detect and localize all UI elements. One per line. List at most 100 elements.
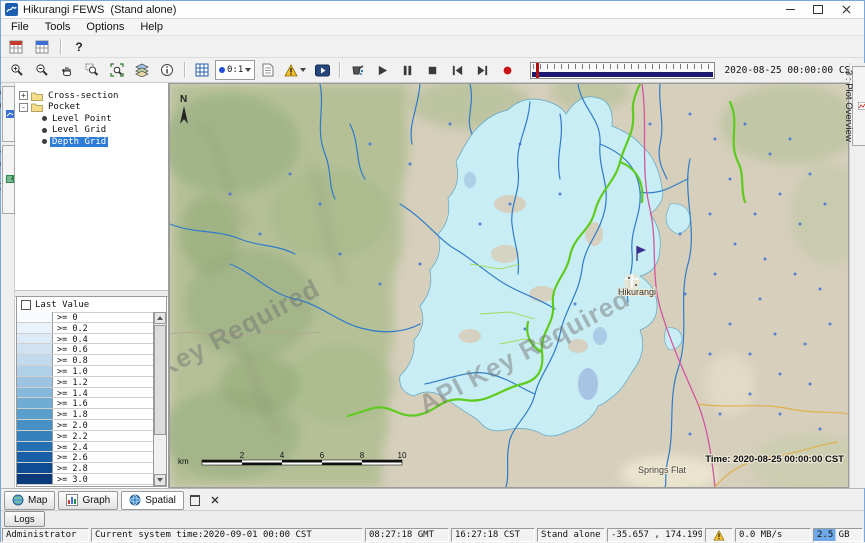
legend-row[interactable]: >= 2.6: [17, 452, 153, 463]
tree-item-cross-section[interactable]: + Cross-section: [15, 90, 168, 102]
maximize-icon: [813, 5, 823, 14]
legend-row[interactable]: >= 2.8: [17, 463, 153, 474]
play-button[interactable]: [370, 59, 394, 81]
legend-swatch: [17, 355, 53, 365]
tree-item-level-grid[interactable]: Level Grid: [15, 125, 168, 137]
chevron-down-icon: [300, 68, 306, 72]
legend-swatch: [17, 409, 53, 419]
legend-row[interactable]: >= 0.6: [17, 344, 153, 355]
legend-row[interactable]: >= 1.4: [17, 388, 153, 399]
close-button[interactable]: [832, 1, 860, 18]
export-animation-button[interactable]: [345, 59, 369, 81]
legend-label: >= 2.4: [53, 442, 88, 452]
scroll-thumb[interactable]: [154, 325, 166, 435]
zoom-out-button[interactable]: [30, 59, 54, 81]
main-area: 5 : Forecast 6 : Data Viewer + Cross-sec…: [1, 83, 864, 488]
zoom-in-button[interactable]: [5, 59, 29, 81]
legend-row[interactable]: >= 1.2: [17, 377, 153, 388]
toolbar-separator: [184, 62, 185, 78]
legend-row[interactable]: >= 0: [17, 312, 153, 323]
warning-icon: [284, 64, 298, 77]
tree-item-pocket[interactable]: - Pocket: [15, 102, 168, 114]
status-local-time: 16:27:18 CST: [451, 528, 535, 542]
legend-row[interactable]: >= 0.2: [17, 323, 153, 334]
expand-icon[interactable]: +: [19, 91, 28, 100]
legend-swatch: [17, 474, 53, 484]
status-mode: Stand alone: [537, 528, 605, 542]
tab-data-viewer-label: 6 : Data Viewer: [0, 149, 2, 210]
legend-row[interactable]: >= 2.0: [17, 420, 153, 431]
zoom-out-icon: [35, 63, 49, 77]
grid-display-button[interactable]: [190, 59, 214, 81]
close-panel-button[interactable]: [207, 492, 224, 509]
map-canvas[interactable]: API Key Required API Key Required Hikura…: [169, 83, 849, 488]
help-button[interactable]: ?: [67, 36, 91, 58]
step-back-button[interactable]: [445, 59, 469, 81]
pan-button[interactable]: [55, 59, 79, 81]
tree-item-level-point[interactable]: Level Point: [15, 113, 168, 125]
record-button[interactable]: [495, 59, 519, 81]
legend-row[interactable]: >= 0.4: [17, 334, 153, 345]
tab-map[interactable]: Map: [4, 491, 55, 510]
time-slider[interactable]: [530, 62, 715, 79]
play-icon: [376, 64, 389, 77]
forecast-tab-icon: [6, 110, 14, 118]
tab-forecast[interactable]: 5 : Forecast: [2, 86, 15, 142]
tab-plot-overview[interactable]: 3 : Plot Overview: [852, 66, 865, 146]
stop-button[interactable]: [420, 59, 444, 81]
globe-icon: [12, 494, 24, 506]
report-button[interactable]: [256, 59, 280, 81]
step-back-icon: [451, 64, 464, 77]
tab-spatial-label: Spatial: [145, 495, 176, 506]
scroll-up-icon[interactable]: [154, 312, 166, 324]
zoom-box-button[interactable]: [80, 59, 104, 81]
legend-row[interactable]: >= 0.8: [17, 355, 153, 366]
toolbar-separator: [339, 62, 340, 78]
legend-swatch: [17, 377, 53, 387]
tab-spatial[interactable]: Spatial: [121, 491, 184, 510]
svg-text:km: km: [178, 457, 189, 466]
application-window: Hikurangi FEWS (Stand alone) File Tools …: [0, 0, 865, 542]
legend-row[interactable]: >= 1.8: [17, 409, 153, 420]
float-panel-button[interactable]: [187, 492, 204, 509]
status-gmt-time: 08:27:18 GMT: [365, 528, 449, 542]
logs-button[interactable]: Logs: [4, 511, 45, 527]
legend-row[interactable]: >= 2.2: [17, 431, 153, 442]
time-slider-thumb[interactable]: [536, 63, 539, 78]
status-warning-cell[interactable]: [705, 528, 733, 542]
tree-item-depth-grid[interactable]: Depth Grid: [15, 136, 168, 148]
step-forward-button[interactable]: [470, 59, 494, 81]
red-table-button[interactable]: [4, 36, 28, 58]
last-value-checkbox[interactable]: [21, 300, 31, 310]
legend-list: >= 0 >= 0.2 >= 0.4 >= 0.6 >= 0.8 >= 1.0 …: [17, 312, 153, 486]
minimize-button[interactable]: [776, 1, 804, 18]
menu-help[interactable]: Help: [132, 20, 171, 34]
time-step-dropdown[interactable]: 0:1: [215, 60, 255, 80]
legend-row[interactable]: >= 1.6: [17, 398, 153, 409]
legend-row[interactable]: >= 2.4: [17, 442, 153, 453]
window-controls: [776, 1, 860, 18]
tab-forecast-label: 5 : Forecast: [0, 90, 2, 138]
menu-bar: File Tools Options Help: [1, 19, 864, 36]
animation-button[interactable]: [310, 59, 334, 81]
tab-data-viewer[interactable]: 6 : Data Viewer: [2, 145, 15, 214]
menu-file[interactable]: File: [3, 20, 37, 34]
legend-row[interactable]: >= 1.0: [17, 366, 153, 377]
scroll-down-icon[interactable]: [154, 474, 166, 486]
zoom-extent-button[interactable]: [105, 59, 129, 81]
legend-scrollbar[interactable]: [153, 312, 166, 486]
menu-tools[interactable]: Tools: [37, 20, 79, 34]
pause-button[interactable]: [395, 59, 419, 81]
collapse-icon[interactable]: -: [19, 103, 28, 112]
thresholds-dropdown[interactable]: [281, 59, 309, 81]
layers-button[interactable]: [130, 59, 154, 81]
tab-graph[interactable]: Graph: [58, 491, 118, 510]
blue-table-button[interactable]: [30, 36, 54, 58]
legend-label: >= 2.6: [53, 452, 88, 462]
maximize-button[interactable]: [804, 1, 832, 18]
menu-options[interactable]: Options: [78, 20, 132, 34]
status-coordinates: -35.657 , 174.199: [607, 528, 703, 542]
legend-row[interactable]: >= 3.0: [17, 474, 153, 485]
legend-swatch: [17, 366, 53, 376]
info-button[interactable]: [155, 59, 179, 81]
